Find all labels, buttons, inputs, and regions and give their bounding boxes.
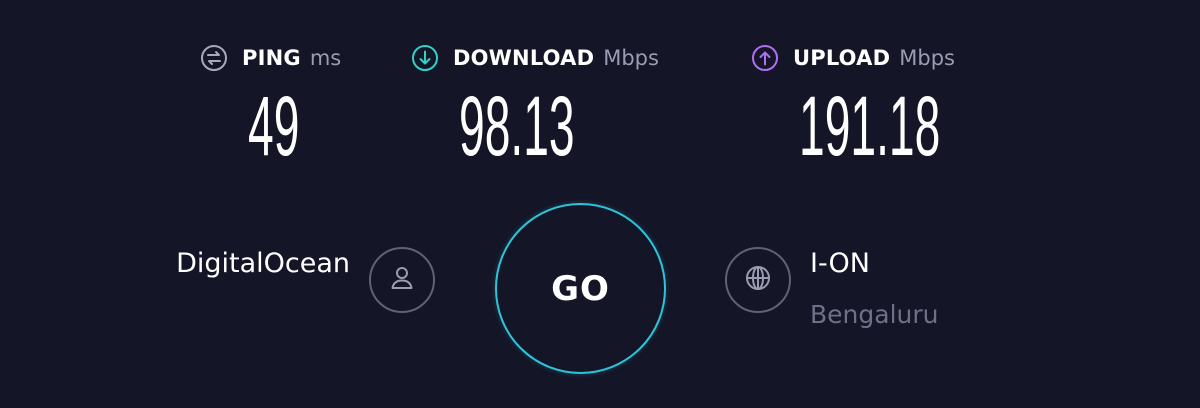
upload-unit: Mbps	[899, 46, 955, 70]
download-arrow-icon	[411, 44, 439, 72]
download-label: DOWNLOAD	[453, 46, 595, 70]
isp-location: Bengaluru	[810, 300, 939, 329]
download-value: 98.13	[459, 79, 575, 173]
ping-unit: ms	[309, 46, 342, 70]
upload-value: 191.18	[799, 79, 941, 173]
globe-icon	[743, 263, 773, 297]
ping-label: PING	[242, 46, 301, 70]
upload-arrow-icon	[751, 44, 779, 72]
go-button-label: GO	[551, 268, 610, 309]
ping-header: PING ms	[200, 42, 341, 74]
user-icon	[387, 263, 417, 297]
isp-name: I-ON	[810, 248, 870, 279]
ping-metric: PING ms 49	[200, 42, 341, 168]
upload-label: UPLOAD	[793, 46, 891, 70]
ping-value: 49	[248, 79, 300, 173]
go-button[interactable]: GO	[495, 203, 666, 374]
upload-metric: UPLOAD Mbps 191.18	[751, 42, 955, 168]
download-metric: DOWNLOAD Mbps 98.13	[411, 42, 659, 168]
change-server-button[interactable]	[369, 247, 435, 313]
download-header: DOWNLOAD Mbps	[411, 42, 659, 74]
isp-button[interactable]	[725, 247, 791, 313]
ping-icon	[200, 44, 228, 72]
server-host-name[interactable]: DigitalOcean	[176, 248, 350, 279]
upload-header: UPLOAD Mbps	[751, 42, 955, 74]
download-unit: Mbps	[603, 46, 659, 70]
